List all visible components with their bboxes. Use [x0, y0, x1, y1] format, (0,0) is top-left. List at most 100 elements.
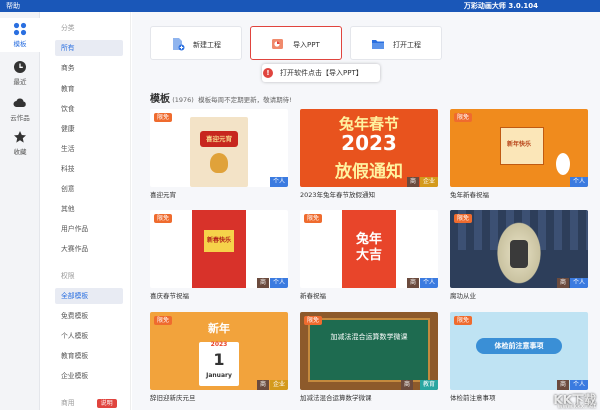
template-card[interactable]: 兔年春节 2023 放假通知 商 企业 2023年兔年春节放假通知 [300, 109, 438, 201]
category-food[interactable]: 饮食 [55, 101, 123, 117]
commercial-badge: 商 [406, 177, 419, 187]
ppt-icon [272, 39, 283, 49]
template-thumbnail: 加减法混合运算数学微课 限免 商 教育 [300, 312, 438, 390]
app-title: 万彩动画大师 3.0.104 [463, 2, 538, 10]
personal-badge: 个人 [569, 177, 588, 187]
template-card[interactable]: 新年 2023 1 January 限免 商 企业 辞旧迎新庆元旦 [150, 312, 288, 404]
nav-cloud[interactable]: 云作品 [0, 92, 40, 126]
education-badge: 教育 [419, 380, 438, 390]
nav-favorite[interactable]: 收藏 [0, 126, 40, 160]
thumbnail-title: 新年快乐 [506, 141, 531, 148]
clock-icon [14, 61, 26, 73]
cloud-icon [13, 98, 26, 107]
enterprise-badge: 企业 [419, 177, 438, 187]
open-project-label: 打开工程 [393, 41, 421, 49]
free-badge: 限免 [154, 113, 173, 122]
free-badge: 限免 [304, 214, 323, 223]
free-badge: 限免 [304, 316, 323, 325]
permission-education[interactable]: 教育模板 [55, 348, 123, 364]
personal-badge: 个人 [269, 278, 288, 288]
template-icon [13, 22, 27, 36]
permission-personal[interactable]: 个人模板 [55, 328, 123, 344]
template-description: 模板每周不定期更新，敬请期待! [198, 96, 292, 104]
template-count: (1976) [172, 96, 194, 104]
category-health[interactable]: 健康 [55, 121, 123, 137]
template-thumbnail: 新年 2023 1 January 限免 商 企业 [150, 312, 288, 390]
category-business[interactable]: 商务 [55, 60, 123, 76]
template-thumbnail: 新年快乐 限免 个人 [450, 109, 588, 187]
template-name: 2023年兔年春节放假通知 [300, 191, 376, 199]
template-name: 加减法混合运算数学微课 [300, 394, 372, 402]
template-thumbnail: 兔年春节 2023 放假通知 商 企业 [300, 109, 438, 187]
enterprise-badge: 企业 [269, 380, 288, 390]
nav-cloud-label: 云作品 [10, 114, 30, 122]
nav-favorite-label: 收藏 [13, 148, 27, 156]
template-name: 新春祝福 [300, 292, 326, 300]
template-card[interactable]: 新春快乐 限免 商 个人 喜庆春节祝福 [150, 210, 288, 302]
category-other[interactable]: 其他 [55, 201, 123, 217]
thumbnail-day: 1 [213, 350, 225, 369]
permission-all[interactable]: 全部模板 [55, 288, 123, 304]
commercial-badge: 商 [556, 278, 569, 288]
permission-enterprise[interactable]: 企业模板 [55, 368, 123, 384]
thumbnail-title: 加减法混合运算数学微课 [330, 333, 408, 341]
permission-free[interactable]: 免费模板 [55, 308, 123, 324]
template-name: 兔年新春祝福 [450, 191, 489, 199]
import-ppt-button[interactable]: 导入PPT [250, 26, 342, 60]
thumbnail-title: 新春快乐 [206, 237, 231, 244]
template-name: 体检前注意事项 [450, 394, 496, 402]
left-nav: 模板 最近 云作品 收藏 [0, 12, 40, 410]
template-header: 模板 (1976) 模板每周不定期更新，敬请期待! [150, 90, 590, 105]
commercial-heading: 商用 说明 [55, 395, 123, 410]
commercial-label: 商用 [61, 399, 75, 407]
new-project-label: 新建工程 [193, 41, 221, 49]
free-badge: 限免 [454, 214, 473, 223]
category-education[interactable]: 教育 [55, 81, 123, 97]
explain-button[interactable]: 说明 [96, 399, 117, 408]
commercial-badge: 商 [400, 380, 413, 390]
free-badge: 限免 [154, 316, 173, 325]
personal-badge: 个人 [569, 380, 588, 390]
category-all[interactable]: 所有 [55, 40, 123, 56]
thumbnail-year: 2023 [210, 341, 228, 348]
import-tooltip: ! 打开软件点击【导入PPT】 [262, 64, 380, 82]
template-name: 辞旧迎新庆元旦 [150, 394, 196, 402]
new-project-button[interactable]: 新建工程 [150, 26, 242, 60]
template-thumbnail: 兔年 大吉 限免 商 个人 [300, 210, 438, 288]
personal-badge: 个人 [569, 278, 588, 288]
template-thumbnail: 喜迎元宵 限免 个人 [150, 109, 288, 187]
template-card[interactable]: 新年快乐 限免 个人 兔年新春祝福 [450, 109, 588, 201]
main-area: 新建工程 导入PPT 打开工程 ! 打开软件点击【导入PPT】 模板 (1976… [132, 12, 600, 410]
category-contest[interactable]: 大赛作品 [55, 241, 123, 257]
help-menu[interactable]: 帮助 [6, 1, 20, 11]
template-thumbnail: 体检前注意事项 限免 商 个人 [450, 312, 588, 390]
free-badge: 限免 [154, 214, 173, 223]
template-card[interactable]: 喜迎元宵 限免 个人 喜迎元宵 [150, 109, 288, 201]
folder-icon [372, 40, 384, 49]
template-card[interactable]: 兔年 大吉 限免 商 个人 新春祝福 [300, 210, 438, 302]
nav-template[interactable]: 模板 [0, 18, 40, 52]
import-ppt-label: 导入PPT [293, 41, 320, 49]
category-creative[interactable]: 创意 [55, 181, 123, 197]
open-project-button[interactable]: 打开工程 [350, 26, 442, 60]
commercial-badge: 商 [406, 278, 419, 288]
permission-heading: 权限 [61, 272, 75, 280]
template-thumbnail: 新春快乐 限免 商 个人 [150, 210, 288, 288]
category-life[interactable]: 生活 [55, 141, 123, 157]
personal-badge: 个人 [269, 177, 288, 187]
watermark-url: www.kkx.net [557, 403, 596, 410]
template-card[interactable]: 限免 商 个人 腐功从业 [450, 210, 588, 302]
commercial-badge: 商 [556, 380, 569, 390]
category-tech[interactable]: 科技 [55, 161, 123, 177]
template-card[interactable]: 加减法混合运算数学微课 限免 商 教育 加减法混合运算数学微课 [300, 312, 438, 404]
category-heading: 分类 [61, 24, 75, 32]
nav-recent-label: 最近 [13, 78, 27, 86]
category-user-works[interactable]: 用户作品 [55, 221, 123, 237]
nav-recent[interactable]: 最近 [0, 56, 40, 90]
tooltip-text: 打开软件点击【导入PPT】 [280, 69, 363, 77]
commercial-badge: 商 [256, 380, 269, 390]
template-name: 喜庆春节祝福 [150, 292, 189, 300]
free-badge: 限免 [454, 316, 473, 325]
step-marker: ! [263, 68, 273, 78]
thumbnail-month: January [206, 372, 232, 379]
